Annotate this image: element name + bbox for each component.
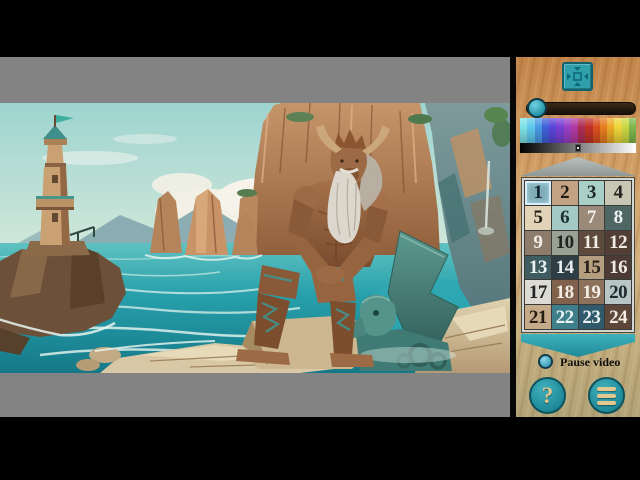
sidebar-panel: 123456789101112131415161718192021222324 … bbox=[516, 57, 640, 417]
zoom-slider[interactable] bbox=[526, 102, 636, 115]
hue-swatch[interactable] bbox=[578, 118, 585, 143]
color-cell-23[interactable]: 23 bbox=[579, 305, 605, 329]
screen: { "colors": { "letterbox": "#000000", "g… bbox=[0, 0, 640, 480]
help-question-glyph: ? bbox=[542, 383, 554, 409]
color-cell-5[interactable]: 5 bbox=[525, 206, 551, 230]
color-cell-6[interactable]: 6 bbox=[552, 206, 578, 230]
color-cell-12[interactable]: 12 bbox=[605, 231, 631, 255]
hue-swatch[interactable] bbox=[535, 118, 542, 143]
color-cell-14[interactable]: 14 bbox=[552, 256, 578, 280]
menu-icon bbox=[597, 394, 616, 398]
color-cell-19[interactable]: 19 bbox=[579, 280, 605, 304]
menu-icon bbox=[597, 387, 616, 391]
hue-swatch[interactable] bbox=[549, 118, 556, 143]
color-cell-22[interactable]: 22 bbox=[552, 305, 578, 329]
menu-button[interactable] bbox=[588, 377, 625, 414]
hue-swatch[interactable] bbox=[564, 118, 571, 143]
color-cell-13[interactable]: 13 bbox=[525, 256, 551, 280]
pause-video-toggle[interactable] bbox=[538, 354, 553, 369]
hue-swatch[interactable] bbox=[542, 118, 549, 143]
menu-icon bbox=[597, 401, 616, 405]
hue-picker-strip[interactable] bbox=[520, 118, 636, 143]
hue-swatch[interactable] bbox=[614, 118, 621, 143]
palette-scroll-up-arrow[interactable] bbox=[520, 157, 636, 176]
game-window: 123456789101112131415161718192021222324 … bbox=[0, 57, 640, 417]
color-cell-18[interactable]: 18 bbox=[552, 280, 578, 304]
color-cell-8[interactable]: 8 bbox=[605, 206, 631, 230]
color-cell-21[interactable]: 21 bbox=[525, 305, 551, 329]
help-button[interactable]: ? bbox=[529, 377, 566, 414]
color-cell-4[interactable]: 4 bbox=[605, 181, 631, 205]
color-cell-9[interactable]: 9 bbox=[525, 231, 551, 255]
color-number-grid: 123456789101112131415161718192021222324 bbox=[521, 177, 635, 333]
color-cell-17[interactable]: 17 bbox=[525, 280, 551, 304]
pause-video-row: Pause video bbox=[516, 353, 640, 371]
hue-swatch[interactable] bbox=[585, 118, 592, 143]
hue-swatch[interactable] bbox=[600, 118, 607, 143]
zoom-slider-handle[interactable] bbox=[527, 98, 547, 118]
color-cell-11[interactable]: 11 bbox=[579, 231, 605, 255]
hue-swatch[interactable] bbox=[607, 118, 614, 143]
color-cell-24[interactable]: 24 bbox=[605, 305, 631, 329]
seascape-minotaur-painting bbox=[0, 103, 510, 373]
hue-swatch[interactable] bbox=[571, 118, 578, 143]
hue-swatch[interactable] bbox=[593, 118, 600, 143]
color-cell-10[interactable]: 10 bbox=[552, 231, 578, 255]
center-view-button[interactable] bbox=[562, 62, 593, 91]
pause-video-label: Pause video bbox=[560, 355, 620, 370]
color-cell-7[interactable]: 7 bbox=[579, 206, 605, 230]
hue-swatch[interactable] bbox=[556, 118, 563, 143]
color-cell-20[interactable]: 20 bbox=[605, 280, 631, 304]
center-fit-icon bbox=[564, 64, 591, 89]
hue-swatch[interactable] bbox=[629, 118, 636, 143]
color-cell-16[interactable]: 16 bbox=[605, 256, 631, 280]
grayscale-picker-strip[interactable] bbox=[520, 143, 636, 153]
grayscale-marker[interactable] bbox=[575, 144, 581, 152]
hue-swatch[interactable] bbox=[527, 118, 534, 143]
hue-swatch[interactable] bbox=[520, 118, 527, 143]
hue-swatch[interactable] bbox=[622, 118, 629, 143]
color-cell-1[interactable]: 1 bbox=[525, 181, 551, 205]
color-cell-2[interactable]: 2 bbox=[552, 181, 578, 205]
color-cell-3[interactable]: 3 bbox=[579, 181, 605, 205]
color-cell-15[interactable]: 15 bbox=[579, 256, 605, 280]
painting-canvas[interactable] bbox=[0, 103, 510, 373]
